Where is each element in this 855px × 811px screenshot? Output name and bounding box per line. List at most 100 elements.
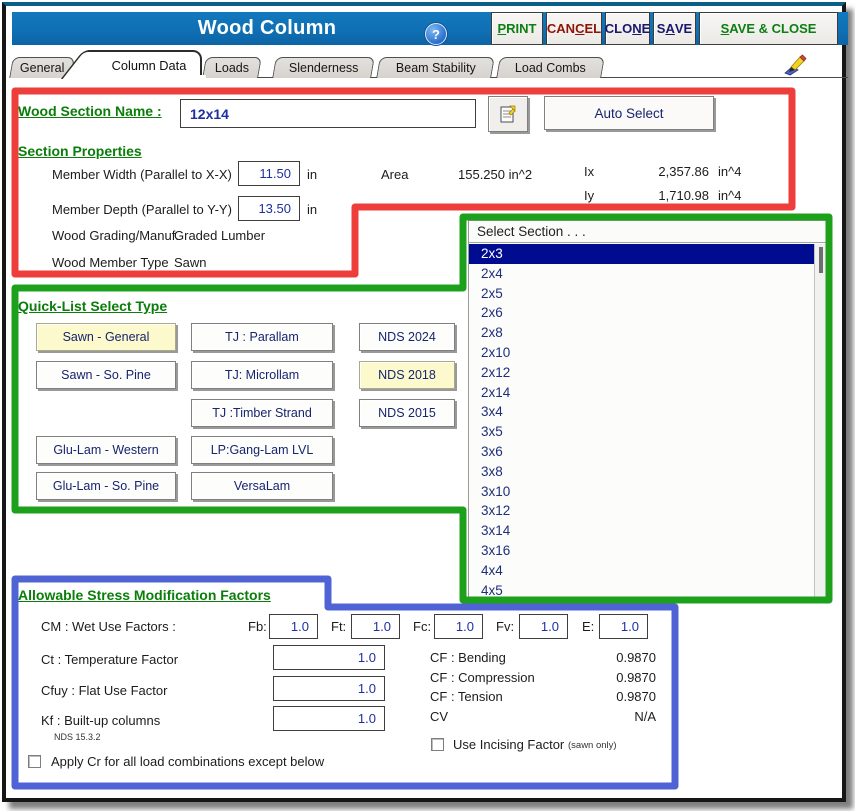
quick-glulam-so-pine-button[interactable]: Glu-Lam - So. Pine — [36, 472, 176, 500]
section-list-item[interactable]: 3x12 — [469, 501, 814, 521]
quick-tj-timber-strand-button[interactable]: TJ :Timber Strand — [191, 399, 333, 427]
save-close-button[interactable]: SAVE & CLOSE — [699, 12, 838, 45]
cf-tension-label: CF : Tension — [430, 689, 503, 704]
section-list-item[interactable]: 4x5 — [469, 581, 814, 599]
use-incising-checkbox[interactable] — [431, 738, 444, 751]
fv-label: Fv: — [496, 619, 514, 634]
ix-unit: in^4 — [718, 164, 741, 179]
fc-input[interactable]: 1.0 — [434, 614, 483, 639]
print-button[interactable]: PRINT — [491, 12, 543, 45]
quick-versalam-button[interactable]: VersaLam — [191, 472, 333, 500]
quick-glulam-western-button[interactable]: Glu-Lam - Western — [36, 436, 176, 464]
tab-loads[interactable]: Loads — [202, 57, 262, 78]
quick-list-heading: Quick-List Select Type — [18, 298, 167, 314]
tab-load-combs[interactable]: Load Combs — [496, 57, 605, 78]
section-list-item[interactable]: 2x4 — [469, 264, 814, 284]
kf-label: Kf : Built-up columns — [41, 713, 160, 728]
stress-factors-heading: Allowable Stress Modification Factors — [18, 587, 271, 603]
member-depth-input[interactable]: 13.50 — [238, 196, 300, 221]
cancel-button[interactable]: CANCEL — [546, 12, 602, 45]
nds-2018-button[interactable]: NDS 2018 — [359, 361, 455, 389]
fv-input[interactable]: 1.0 — [519, 614, 568, 639]
section-list-item[interactable]: 2x3 — [469, 244, 814, 264]
app-window: Wood Column ? PRINT CANCEL CLONE SAVE SA… — [2, 2, 846, 802]
wood-member-type-value: Sawn — [174, 255, 207, 270]
edit-pencil-icon[interactable] — [782, 52, 808, 76]
section-properties-heading: Section Properties — [18, 143, 142, 159]
ct-label: Ct : Temperature Factor — [41, 652, 178, 667]
section-list-item[interactable]: 2x5 — [469, 284, 814, 304]
nds-2015-button[interactable]: NDS 2015 — [359, 399, 455, 427]
section-list-item[interactable]: 3x4 — [469, 402, 814, 422]
area-label: Area — [381, 167, 408, 182]
e-label: E: — [582, 619, 594, 634]
member-width-unit: in — [307, 167, 317, 182]
cfuy-label: Cfuy : Flat Use Factor — [41, 683, 167, 698]
section-list-item[interactable]: 2x10 — [469, 343, 814, 363]
save-button[interactable]: SAVE — [653, 12, 696, 45]
quick-sawn-so-pine-button[interactable]: Sawn - So. Pine — [36, 361, 176, 389]
use-incising-label: Use Incising Factor — [453, 737, 564, 752]
section-list-item[interactable]: 3x5 — [469, 422, 814, 442]
window-title: Wood Column — [142, 17, 392, 40]
ft-input[interactable]: 1.0 — [351, 614, 400, 639]
section-list-item[interactable]: 2x12 — [469, 363, 814, 383]
cv-value: N/A — [561, 709, 656, 724]
section-list-item[interactable]: 2x14 — [469, 383, 814, 403]
cm-wet-use-label: CM : Wet Use Factors : — [41, 619, 176, 634]
cfuy-input[interactable]: 1.0 — [273, 676, 385, 701]
apply-cr-label: Apply Cr for all load combinations excep… — [51, 754, 324, 769]
quick-tj-parallam-button[interactable]: TJ : Parallam — [191, 323, 333, 351]
kf-input[interactable]: 1.0 — [273, 706, 385, 731]
section-list-item[interactable]: 3x10 — [469, 482, 814, 502]
cf-compression-value: 0.9870 — [561, 670, 656, 685]
wood-grading-label: Wood Grading/Manuf. — [52, 228, 179, 243]
section-database-button[interactable] — [488, 96, 528, 132]
cf-compression-label: CF : Compression — [430, 670, 535, 685]
section-list-item[interactable]: 3x6 — [469, 442, 814, 462]
ct-input[interactable]: 1.0 — [273, 645, 385, 670]
section-list-items: 2x32x42x52x62x82x102x122x143x43x53x63x83… — [469, 244, 814, 599]
cf-bending-value: 0.9870 — [561, 650, 656, 665]
section-list-item[interactable]: 3x16 — [469, 541, 814, 561]
wood-section-name-heading: Wood Section Name : — [18, 103, 162, 119]
auto-select-button[interactable]: Auto Select — [544, 96, 714, 130]
scrollbar-thumb[interactable] — [819, 247, 823, 273]
notepad-icon — [498, 104, 518, 124]
section-list-item[interactable]: 4x4 — [469, 561, 814, 581]
quick-sawn-general-button[interactable]: Sawn - General — [36, 323, 176, 351]
tab-column-data-underlap — [70, 75, 206, 80]
member-width-input[interactable]: 11.50 — [238, 161, 300, 186]
iy-value: 1,710.98 — [621, 188, 709, 203]
e-input[interactable]: 1.0 — [599, 614, 648, 639]
ix-label: Ix — [584, 164, 594, 179]
screenshot-stage: Wood Column ? PRINT CANCEL CLONE SAVE SA… — [0, 0, 855, 811]
quick-lp-ganglam-button[interactable]: LP:Gang-Lam LVL — [191, 436, 333, 464]
section-list-item[interactable]: 3x8 — [469, 462, 814, 482]
cf-bending-label: CF : Bending — [430, 650, 506, 665]
tab-slenderness[interactable]: Slenderness — [272, 57, 375, 78]
wood-section-name-input[interactable]: 12x14 — [180, 99, 476, 128]
apply-cr-checkbox[interactable] — [28, 755, 41, 768]
member-depth-unit: in — [307, 202, 317, 217]
cv-label: CV — [430, 709, 448, 724]
quick-tj-microllam-button[interactable]: TJ: Microllam — [191, 361, 333, 389]
clone-button[interactable]: CLONE — [605, 12, 650, 45]
member-width-label: Member Width (Parallel to X-X) — [52, 167, 232, 182]
tab-beam-stability[interactable]: Beam Stability — [376, 57, 495, 78]
fb-input[interactable]: 1.0 — [269, 614, 318, 639]
help-icon[interactable]: ? — [425, 23, 447, 45]
fc-label: Fc: — [413, 619, 431, 634]
section-list-item[interactable]: 2x8 — [469, 323, 814, 343]
nds-2024-button[interactable]: NDS 2024 — [359, 323, 455, 351]
fb-label: Fb: — [248, 619, 267, 634]
cf-tension-value: 0.9870 — [561, 689, 656, 704]
wood-grading-value: Graded Lumber — [174, 228, 265, 243]
section-list-item[interactable]: 2x6 — [469, 303, 814, 323]
section-list: Select Section . . . 2x32x42x52x62x82x10… — [468, 220, 828, 600]
ft-label: Ft: — [331, 619, 346, 634]
incising-note: (sawn only) — [568, 740, 617, 751]
section-list-item[interactable]: 3x14 — [469, 521, 814, 541]
section-list-header: Select Section . . . — [469, 221, 827, 243]
section-list-scrollbar[interactable] — [814, 244, 827, 599]
